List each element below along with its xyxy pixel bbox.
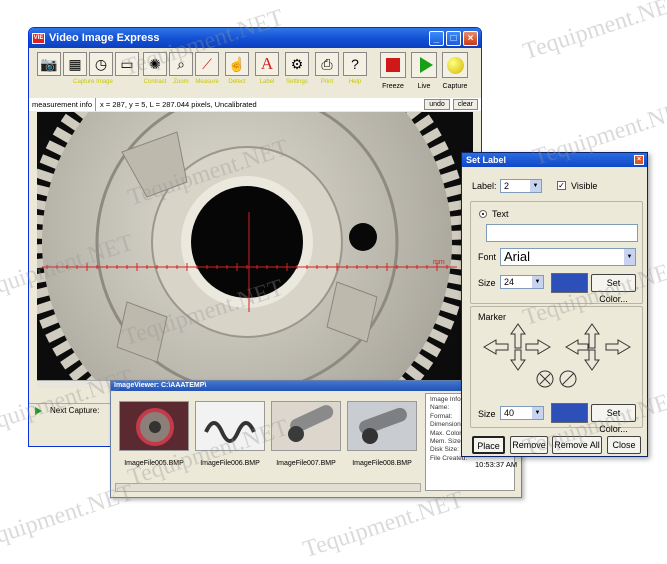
minimize-icon[interactable]: _ [429, 30, 444, 46]
watermark: Tequipment.NET [299, 486, 467, 564]
camera-icon[interactable]: 📷 [37, 52, 61, 76]
measurement-bar: measurement info x = 287, y = 5, L = 287… [29, 98, 481, 111]
thumbnail-label-3: ImageFile007.BMP [276, 460, 336, 467]
freeze-button[interactable] [380, 52, 406, 78]
text-size-select[interactable]: 24 ▼ [500, 275, 544, 289]
chevron-down-icon: ▼ [532, 276, 543, 288]
text-size-value: 24 [504, 277, 515, 287]
measurement-info-label: measurement info [29, 98, 97, 111]
remove-all-button[interactable]: Remove All [552, 436, 602, 454]
capture-ball-icon [447, 57, 464, 74]
clock-icon[interactable]: ◷ [89, 52, 113, 76]
dialog-title-bar[interactable]: Set Label × [462, 153, 647, 167]
play-icon [420, 57, 433, 73]
capture-image-label: Capture Image [73, 79, 113, 85]
live-button[interactable] [411, 52, 437, 78]
marker-size-caption: Size [478, 409, 496, 419]
marker-color-swatch [551, 403, 588, 423]
marker-styles [483, 323, 631, 388]
set-text-color-button[interactable]: Set Color... [591, 274, 636, 304]
clear-button[interactable]: clear [452, 99, 478, 110]
marker-size-value: 40 [504, 408, 515, 418]
help-label: Help [348, 79, 362, 85]
thumbnail-1[interactable] [119, 401, 189, 451]
live-image[interactable]: mm [37, 112, 473, 380]
place-button[interactable]: Place [472, 436, 505, 454]
close-button[interactable]: Close [607, 436, 641, 454]
image-viewer-title[interactable]: ImageViewer: C:\AAATEMP\ [111, 381, 521, 391]
help-icon[interactable]: ? [343, 52, 367, 76]
overlay-unit-label: mm [433, 259, 445, 266]
thumbnail-label-4: ImageFile008.BMP [352, 460, 412, 467]
gear-image: mm [37, 112, 473, 380]
toolbar: 📷 ▦ ◷ ▭ Capture Image ✺ Contrast ⌕ Zoom … [29, 48, 481, 98]
text-size-caption: Size [478, 278, 496, 288]
double-arrow-right-icon [605, 339, 631, 355]
text-radio-label: Text [492, 209, 509, 219]
stop-icon [386, 58, 400, 72]
label-number-select[interactable]: 2 ▼ [500, 179, 542, 193]
thumbnail-3[interactable] [271, 401, 341, 451]
set-marker-color-button[interactable]: Set Color... [591, 404, 636, 434]
visible-checkbox[interactable]: ✓ [557, 181, 566, 190]
thumbnail-4[interactable] [347, 401, 417, 451]
next-capture-play-icon[interactable] [35, 406, 42, 415]
measure-icon[interactable]: ⟋ [195, 52, 219, 76]
live-label: Live [417, 83, 431, 90]
text-a-icon[interactable]: A [255, 52, 279, 76]
text-radio[interactable] [479, 210, 487, 218]
visible-label: Visible [571, 181, 598, 191]
film-icon[interactable]: ▦ [63, 52, 87, 76]
chevron-down-icon: ▼ [530, 180, 541, 192]
dialog-close-icon[interactable]: × [634, 155, 644, 165]
window-title: Video Image Express [49, 32, 160, 44]
double-arrow-left-icon [565, 339, 589, 355]
marker-size-select[interactable]: 40 ▼ [500, 406, 544, 420]
remove-button[interactable]: Remove [510, 436, 548, 454]
thumbnail-2[interactable] [195, 401, 265, 451]
chevron-down-icon: ▼ [532, 407, 543, 419]
font-caption: Font [478, 252, 497, 262]
close-icon[interactable]: × [463, 30, 478, 46]
arrow-left-icon [483, 339, 509, 355]
magnifier-icon[interactable]: ⌕ [169, 52, 193, 76]
title-bar[interactable]: VIE Video Image Express _ □ × [29, 28, 481, 48]
next-capture-label: Next Capture: [50, 406, 100, 415]
double-arrow-down-icon [584, 349, 600, 371]
watermark: Tequipment.NET [519, 0, 667, 66]
viewer-scrollbar[interactable] [115, 483, 421, 492]
font-value: Arial [504, 249, 531, 264]
capture-label: Capture [442, 83, 468, 90]
clock-readout: 10:53:37 AM [475, 460, 518, 469]
computer-icon[interactable]: ▭ [115, 52, 139, 76]
capture-button[interactable] [442, 52, 468, 78]
label-text-input[interactable] [486, 224, 638, 242]
label-number-value: 2 [504, 181, 510, 191]
thumbnail-label-2: ImageFile006.BMP [200, 460, 260, 467]
hand-icon[interactable]: ☝ [225, 52, 249, 76]
text-color-swatch [551, 273, 588, 293]
label-caption: Label: [472, 181, 497, 191]
measurement-readout: x = 287, y = 5, L = 287.044 pixels, Unca… [100, 100, 257, 109]
chevron-down-icon: ▼ [624, 249, 635, 265]
printer-icon[interactable]: ⎙ [315, 52, 339, 76]
undo-button[interactable]: undo [424, 99, 450, 110]
app-icon: VIE [32, 32, 45, 44]
arrow-down-icon [510, 349, 526, 371]
marker-caption: Marker [478, 312, 507, 322]
freeze-label: Freeze [382, 83, 404, 90]
dialog-title: Set Label [466, 155, 507, 165]
bulb-icon[interactable]: ✺ [143, 52, 167, 76]
font-select[interactable]: Arial ▼ [500, 248, 636, 266]
arrow-right-icon [525, 339, 551, 355]
maximize-icon[interactable]: □ [446, 30, 461, 46]
settings-icon[interactable]: ⚙ [285, 52, 309, 76]
thumbnail-label-1: ImageFile005.BMP [124, 460, 184, 467]
arrow-up-icon [510, 323, 526, 349]
